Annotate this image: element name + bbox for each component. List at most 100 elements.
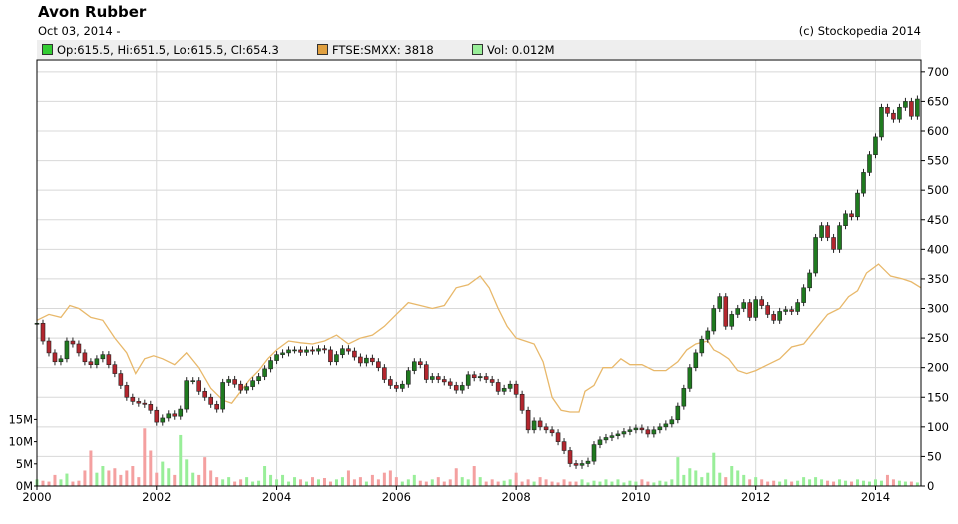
price-candle <box>412 358 417 375</box>
volume-bar <box>436 477 440 486</box>
volume-bar <box>65 473 69 486</box>
price-candle <box>465 371 471 389</box>
candle-body <box>633 427 639 431</box>
price-candle <box>459 381 465 394</box>
price-candle <box>651 426 657 438</box>
candle-body <box>603 437 609 441</box>
volume-bar <box>430 479 434 486</box>
volume-bar <box>526 479 530 486</box>
volume-bar <box>796 480 800 486</box>
volume-bar <box>808 479 812 486</box>
candle-body <box>46 340 52 354</box>
price-candle <box>567 446 573 468</box>
volume-bar <box>203 457 207 486</box>
volume-bar <box>664 481 668 486</box>
candle-body <box>190 380 196 382</box>
price-candle <box>765 301 770 318</box>
candle-body <box>825 225 830 238</box>
volume-bar <box>394 477 398 486</box>
candle-body <box>681 388 687 407</box>
price-tick-label: 550 <box>927 154 949 168</box>
candle-body <box>657 426 663 431</box>
price-candle <box>501 384 507 395</box>
price-candle <box>477 372 483 382</box>
price-candle <box>118 370 124 389</box>
volume-bar <box>514 472 518 486</box>
volume-bar <box>688 468 692 486</box>
price-candle <box>447 378 453 389</box>
price-candle <box>136 397 142 407</box>
price-candle <box>615 430 621 440</box>
volume-bar <box>47 481 51 486</box>
candle-body <box>729 314 735 327</box>
price-candle <box>825 222 830 242</box>
volume-bar <box>466 479 470 486</box>
price-candle <box>406 367 411 388</box>
volume-bar <box>556 482 560 486</box>
volume-bar <box>53 474 57 486</box>
price-candle <box>388 375 393 389</box>
candle-body <box>675 405 681 421</box>
price-candle <box>519 390 525 414</box>
volume-bar <box>209 470 213 486</box>
volume-bar <box>352 479 356 486</box>
plot-frame <box>36 59 922 487</box>
volume-bar <box>706 472 710 486</box>
volume-bar <box>724 477 728 486</box>
candle-body <box>52 352 58 363</box>
candle-body <box>627 429 633 432</box>
price-candle <box>627 426 633 436</box>
volume-bar <box>490 479 494 486</box>
date-label: Oct 03, 2014 - <box>38 24 121 38</box>
volume-bar <box>879 480 883 486</box>
price-candle <box>837 222 842 253</box>
price-candle <box>190 377 196 385</box>
price-candle <box>471 371 477 382</box>
candle-body <box>250 380 255 387</box>
volume-bar <box>604 479 608 486</box>
price-candle <box>537 417 543 431</box>
volume-bar <box>334 479 338 486</box>
volume-bar <box>77 480 81 486</box>
candle-body <box>106 354 112 366</box>
price-candle <box>741 299 747 313</box>
price-candle <box>88 358 94 369</box>
candle-body <box>268 360 273 370</box>
volume-bar <box>179 434 183 486</box>
candle-body <box>543 426 549 431</box>
volume-bar <box>113 468 117 486</box>
candle-body <box>651 429 657 435</box>
candle-body <box>585 460 591 464</box>
candle-body <box>771 314 776 321</box>
candle-body <box>400 383 405 389</box>
candle-body <box>465 374 471 386</box>
volume-bar <box>89 450 93 486</box>
price-candle <box>639 424 645 434</box>
candle-body <box>304 349 309 353</box>
volume-bar <box>586 482 590 486</box>
volume-bar <box>448 479 452 486</box>
candle-body <box>178 408 184 417</box>
candle-body <box>645 429 651 435</box>
candle-body <box>118 373 124 386</box>
price-candle <box>64 337 70 363</box>
volume-bar <box>299 479 303 486</box>
candle-body <box>579 463 585 466</box>
volume-bar <box>610 481 614 486</box>
x-tick-label: 2004 <box>262 490 291 504</box>
price-candle <box>783 306 788 316</box>
volume-bar <box>340 477 344 486</box>
candle-body <box>723 296 729 327</box>
candle-body <box>519 393 525 411</box>
candle-body <box>40 322 46 342</box>
price-candle <box>687 364 693 392</box>
price-candle <box>603 433 609 444</box>
price-candle <box>777 307 782 324</box>
price-candle <box>94 355 100 369</box>
volume-bar <box>562 479 566 486</box>
price-candle <box>142 399 148 408</box>
candle-body <box>525 409 531 431</box>
volume-bar <box>730 466 734 486</box>
price-candle <box>130 393 136 405</box>
candle-body <box>807 272 812 289</box>
